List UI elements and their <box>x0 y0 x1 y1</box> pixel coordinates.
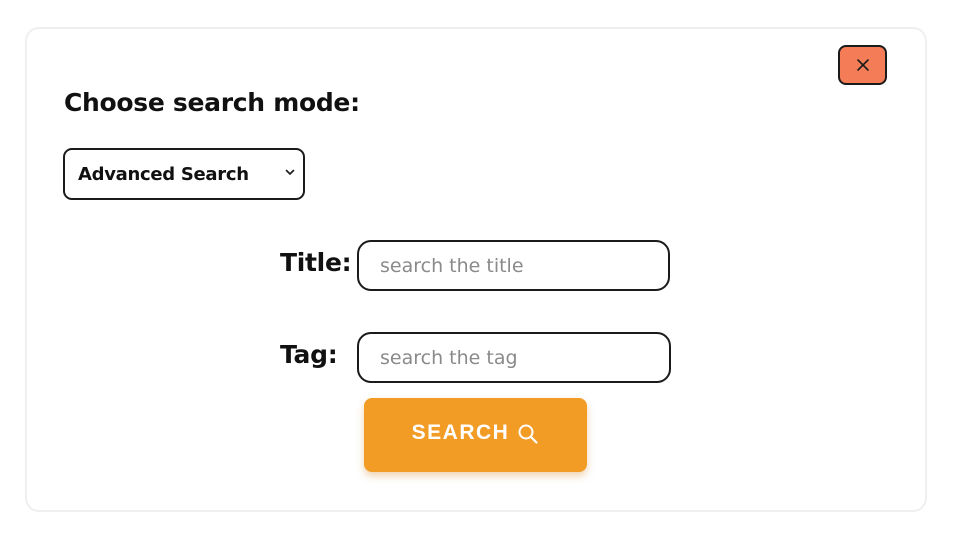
search-mode-select[interactable]: Advanced Search <box>63 148 305 200</box>
search-mode-selected-value: Advanced Search <box>78 163 249 185</box>
close-icon <box>856 59 869 71</box>
search-mode-heading: Choose search mode: <box>64 88 360 117</box>
close-button[interactable] <box>838 45 887 85</box>
search-button[interactable]: SEARCH <box>364 398 587 472</box>
chevron-down-icon <box>285 169 295 175</box>
title-label: Title: <box>280 248 352 277</box>
search-icon <box>518 424 538 444</box>
tag-label: Tag: <box>280 340 338 369</box>
search-button-label: SEARCH <box>411 420 510 444</box>
tag-search-input[interactable] <box>357 332 671 383</box>
title-search-input[interactable] <box>357 240 670 291</box>
